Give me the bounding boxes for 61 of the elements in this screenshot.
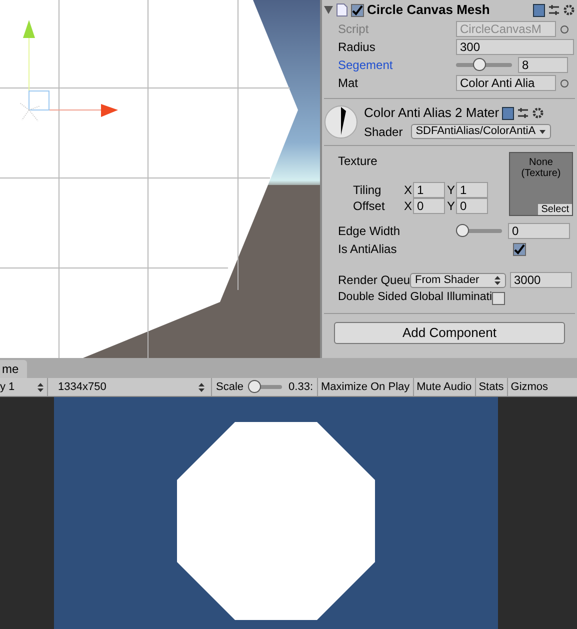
script-icon <box>336 3 348 17</box>
display-dropdown[interactable]: y 1 <box>0 378 48 396</box>
updown-caret-icon <box>198 382 205 392</box>
sliders-icon[interactable] <box>548 4 560 16</box>
toolbar-button[interactable]: Stats <box>474 378 507 396</box>
axis-label: X <box>404 182 413 199</box>
field-label: Is AntiAlias <box>338 241 398 258</box>
field-label: Double Sided Global Illuminati <box>338 290 492 306</box>
target-icon[interactable] <box>560 78 569 88</box>
slider-thumb[interactable] <box>248 380 261 393</box>
checkbox[interactable] <box>513 242 526 256</box>
number-field[interactable]: 0 <box>456 198 488 214</box>
toolbar-button[interactable]: Maximize On Play <box>317 378 413 396</box>
select-button[interactable]: Select <box>538 204 572 215</box>
number-field[interactable]: 300 <box>456 39 574 55</box>
game-tab[interactable]: me <box>0 360 27 378</box>
field-label: Render Queu <box>338 272 410 289</box>
component-title: Circle Canvas Mesh <box>367 1 490 20</box>
sliders-icon[interactable] <box>517 107 530 119</box>
toolbar-button[interactable]: Gizmos <box>506 378 552 396</box>
render-queue-dropdown[interactable]: From Shader <box>410 272 506 288</box>
checkbox[interactable] <box>492 292 506 304</box>
material-preview-icon <box>324 105 358 139</box>
number-field[interactable]: 8 <box>518 57 568 73</box>
shader-dropdown[interactable]: SDFAntiAlias/ColorAntiA <box>410 124 551 140</box>
updown-caret-icon <box>494 276 501 284</box>
texture-slot[interactable]: None (Texture) Select <box>509 152 573 216</box>
field-label: Tiling <box>352 182 382 199</box>
settings-icon[interactable] <box>563 4 575 16</box>
number-field[interactable]: 1 <box>413 182 445 198</box>
toolbar-button[interactable]: Mute Audio <box>412 378 475 396</box>
field-label: Radius <box>338 39 376 56</box>
foldout-arrow-icon[interactable] <box>324 6 333 14</box>
field-label: Segement <box>338 57 394 74</box>
texture-label: Texture <box>338 153 378 170</box>
number-field[interactable]: 0 <box>413 198 445 214</box>
checkbox[interactable] <box>351 4 364 16</box>
field-label: Mat <box>338 75 360 92</box>
resolution-dropdown[interactable]: 1334x750 <box>52 378 212 396</box>
axis-label: Y <box>447 182 456 199</box>
number-field[interactable]: 0 <box>508 223 570 239</box>
axis-label: Y <box>447 198 456 215</box>
field-label: Offset <box>352 198 386 215</box>
slider-thumb[interactable] <box>456 224 469 237</box>
object-field[interactable]: Color Anti Alia <box>456 75 556 91</box>
shader-label: Shader <box>364 124 403 141</box>
settings-icon[interactable] <box>532 107 544 119</box>
axis-label: X <box>404 198 413 215</box>
scale-label: Scale <box>216 380 244 395</box>
material-title: Color Anti Alias 2 Mater <box>364 104 500 122</box>
target-icon[interactable] <box>560 24 569 34</box>
number-field[interactable]: 3000 <box>510 272 572 288</box>
field-label: Edge Width <box>338 223 402 240</box>
scale-value: 0.33: <box>288 380 313 395</box>
texture-slot-text: None (Texture) <box>521 157 561 179</box>
updown-caret-icon <box>37 382 44 392</box>
caret-icon <box>538 127 546 136</box>
number-field[interactable]: 1 <box>456 182 488 198</box>
slider-thumb[interactable] <box>473 58 486 71</box>
field-label: Script <box>338 21 370 38</box>
add-component-button[interactable]: Add Component <box>334 322 565 344</box>
